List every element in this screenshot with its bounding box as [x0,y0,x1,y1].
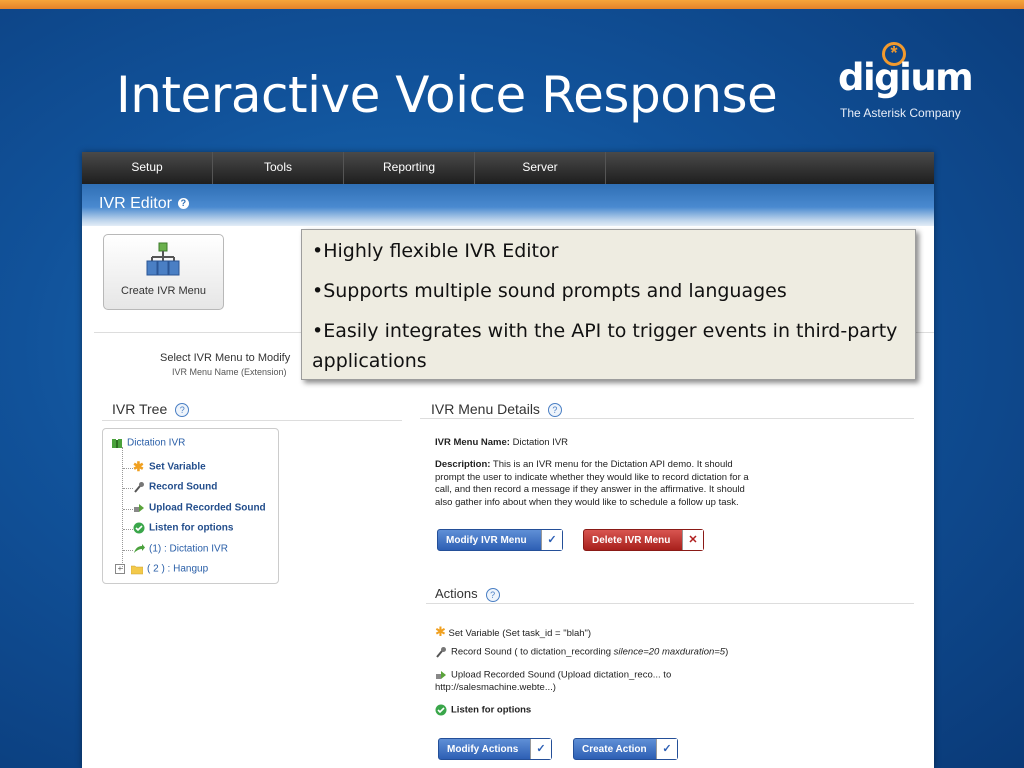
button-label: Delete IVR Menu [592,535,671,546]
button-label: Create Action [582,744,647,755]
actions-heading: Actions? [435,586,500,602]
help-icon[interactable]: ? [177,198,189,210]
tree-item-label: Listen for options [149,522,234,534]
tree-connector [123,550,133,551]
modify-actions-button[interactable]: Modify Actions ✓ [438,738,552,760]
tree-root[interactable]: Dictation IVR [111,437,185,449]
description-line: prompt the user to indicate whether they… [435,471,749,483]
tree-connector [123,509,133,510]
tree-item-record-sound[interactable]: Record Sound [133,481,217,493]
action-label: http://salesmachine.webte...) [435,682,556,694]
close-icon: ✕ [682,530,703,550]
tree-item-label: Record Sound [149,481,218,493]
check-circle-icon [133,522,145,534]
details-heading: IVR Menu Details? [431,401,562,418]
action-set-variable[interactable]: ✱ Set Variable (Set task_id = "blah") [435,624,591,640]
menu-name-label: IVR Menu Name: [435,437,510,448]
upload-sound-icon [436,671,446,679]
description-line: This is an IVR menu for the Dictation AP… [492,459,733,470]
tree-item-option-1[interactable]: (1) : Dictation IVR [133,543,228,555]
editor-title: IVR Editor [99,195,172,212]
feature-callout: •Highly flexible IVR Editor •Supports mu… [301,229,916,380]
description-line: call, and then record a message if they … [435,484,745,495]
star-icon: ✱ [133,459,144,474]
action-listen[interactable]: Listen for options [435,704,531,716]
create-action-button[interactable]: Create Action ✓ [573,738,678,760]
action-label: Upload Recorded Sound (Upload dictation_… [451,669,672,681]
button-label: Modify IVR Menu [446,535,527,546]
help-icon[interactable]: ? [175,403,190,418]
actions-title: Actions [435,586,478,601]
tree-connector [123,488,133,489]
action-label: Set Variable (Set task_id = "blah") [448,628,592,639]
tree-item-option-2[interactable]: + ( 2 ) : Hangup [115,563,208,575]
action-record-sound[interactable]: Record Sound ( to dictation_recording si… [435,646,728,658]
check-icon: ✓ [656,739,677,759]
nav-tab-reporting[interactable]: Reporting [344,152,475,184]
check-icon: ✓ [530,739,551,759]
logo-wordmark: digium [838,56,974,99]
tree-connector [123,468,133,469]
ivr-tree-title: IVR Tree [112,401,168,417]
menu-name-row: IVR Menu Name: Dictation IVR [435,437,568,450]
digium-logo: * digium The Asterisk Company [838,42,974,122]
tree-root-label: Dictation IVR [127,437,186,449]
upload-sound-icon [134,504,144,512]
goto-arrow-icon [134,544,145,553]
create-ivr-menu-button[interactable]: Create IVR Menu [103,234,224,310]
callout-bullet: •Supports multiple sound prompts and lan… [312,280,787,302]
tree-item-set-variable[interactable]: ✱ Set Variable [133,459,206,474]
help-icon[interactable]: ? [547,403,562,418]
callout-bullet: •Highly flexible IVR Editor [312,240,559,262]
folder-icon [131,565,143,575]
tree-item-label: (1) : Dictation IVR [149,543,228,555]
top-nav: Setup Tools Reporting Server [82,152,934,184]
microphone-icon [436,647,446,658]
top-accent-bar [0,0,1024,9]
tree-item-label: ( 2 ) : Hangup [147,563,209,575]
editor-title-wrap: IVR Editor? [99,195,189,213]
description-block: Description: This is an IVR menu for the… [435,459,795,509]
tree-item-listen[interactable]: Listen for options [133,522,233,534]
divider [426,603,914,604]
star-icon: ✱ [435,624,446,639]
action-label: Listen for options [451,704,532,716]
menu-name-value: Dictation IVR [512,437,569,448]
action-params: silence=20 maxduration=5 [613,646,726,658]
check-circle-icon [435,704,447,716]
description-label: Description: [435,459,491,470]
microphone-icon [134,482,144,493]
nav-tab-tools[interactable]: Tools [213,152,344,184]
description-line: also gather info about when they would l… [435,496,739,508]
ivr-tree-panel: Dictation IVR ✱ Set Variable Record Sound… [102,428,279,584]
nav-tab-server[interactable]: Server [475,152,606,184]
callout-bullet: •Easily integrates with the API to trigg… [312,320,898,372]
delete-ivr-menu-button[interactable]: Delete IVR Menu ✕ [583,529,704,551]
ivr-tree-icon [146,242,180,276]
action-upload-sound[interactable]: Upload Recorded Sound (Upload dictation_… [435,669,671,695]
slide-title: Interactive Voice Response [116,66,778,124]
tree-item-label: Set Variable [149,461,206,473]
check-icon: ✓ [541,530,562,550]
action-label-end: ) [725,646,729,658]
create-button-label: Create IVR Menu [121,285,206,297]
tree-item-upload-sound[interactable]: Upload Recorded Sound [133,502,266,514]
tree-connector [123,529,133,530]
ivr-tree-heading: IVR Tree? [112,401,190,418]
expand-toggle-icon[interactable]: + [115,564,125,574]
action-label: Record Sound ( to dictation_recording [451,646,614,658]
editor-header: IVR Editor? [82,184,934,226]
help-icon[interactable]: ? [485,587,500,602]
select-menu-label: Select IVR Menu to Modify [160,352,291,364]
divider [420,418,914,419]
divider [102,420,402,421]
tree-item-label: Upload Recorded Sound [149,502,266,514]
select-menu-sublabel: IVR Menu Name (Extension) [172,367,287,377]
nav-tab-setup[interactable]: Setup [82,152,213,184]
button-label: Modify Actions [447,744,519,755]
details-title: IVR Menu Details [431,401,540,417]
open-book-icon [112,439,122,448]
logo-tagline: The Asterisk Company [840,106,961,120]
modify-ivr-menu-button[interactable]: Modify IVR Menu ✓ [437,529,563,551]
